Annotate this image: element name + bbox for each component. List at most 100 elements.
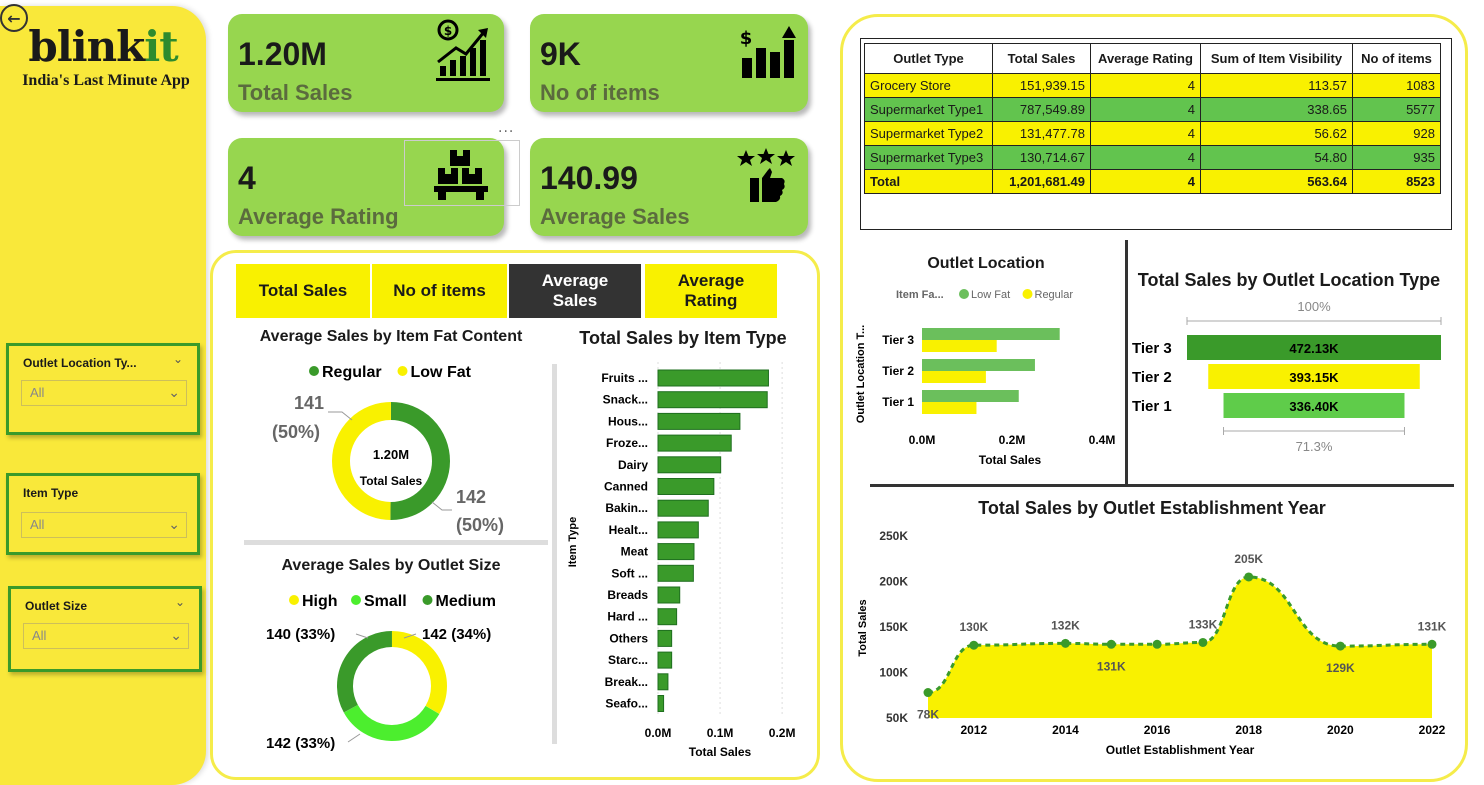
table-row: Grocery Store 151,939.15 4 113.57 1083 [864,73,1441,98]
column-header[interactable]: Outlet Type [864,43,993,74]
kpi-label: No of items [540,80,660,105]
kpi-value: 9K [540,36,581,72]
bar [657,673,669,691]
chevron-down-icon: ⌄ [168,516,180,532]
table-cell: Supermarket Type1 [864,97,993,122]
kpi-items-card[interactable]: 9K No of items $ [530,14,808,112]
y-tick-label: Healt... [609,523,648,537]
legend-label: Small [364,593,407,610]
column-header[interactable]: No of items [1352,43,1441,74]
kpi-label: Total Sales [238,80,353,105]
x-tick-label: 2016 [1144,723,1171,737]
table-cell: Supermarket Type3 [864,145,993,170]
slicer-value: All [30,517,45,532]
data-label: 142 [456,487,486,507]
kpi-avg-rating-card[interactable]: 4 Average Rating [228,138,520,236]
data-label: 472.13K [1289,341,1339,356]
y-tick-label: Meat [621,545,648,559]
slicer-dropdown[interactable]: All ⌄ [23,623,189,649]
column-header[interactable]: Total Sales [992,43,1091,74]
legend-marker [1022,289,1033,299]
table-cell: 8523 [1352,169,1441,194]
table-cell: 54.80 [1200,145,1353,170]
svg-text:$: $ [444,24,452,38]
data-point [1244,572,1254,582]
kpi-total-sales-card[interactable]: 1.20M Total Sales $ [228,14,504,112]
x-axis-title: Total Sales [689,745,752,759]
bar [922,328,1060,340]
outlet-location-slicer[interactable]: Outlet Location Ty... ⌄ All ⌄ [6,343,200,435]
data-label: 141 [294,393,324,413]
legend-marker [351,595,361,605]
establishment-year-area-chart[interactable]: 50K 100K 150K 200K 250K 2012 2014 2016 2018 2020 2… [852,522,1452,762]
chevron-down-icon: ⌄ [168,384,180,400]
category-label: Tier 2 [1132,369,1172,386]
column-header[interactable]: Sum of Item Visibility [1200,43,1353,74]
x-tick-label: 2014 [1052,723,1079,737]
chart-title: Total Sales by Outlet Location Type [1137,270,1441,290]
bar [657,564,694,582]
y-tick-label: Hous... [608,414,648,428]
chevron-down-icon[interactable]: ⌄ [175,595,185,609]
table-row: Supermarket Type2 131,477.78 4 56.62 928 [864,121,1441,146]
y-tick-label: Tier 1 [882,395,914,409]
data-point [969,640,979,650]
slicer-dropdown[interactable]: All ⌄ [21,380,187,406]
divider [870,484,1454,487]
money-growth-chart-icon: $ [436,19,490,81]
table-cell: 113.57 [1200,73,1353,98]
table-cell: 131,477.78 [992,121,1091,146]
x-tick-label: 2020 [1327,723,1354,737]
outlet-size-donut-chart[interactable]: High Small Medium 142 (34%) 140 (33%) 142 (33… [236,582,546,766]
legend-marker [959,289,969,299]
table-cell: 4 [1090,121,1201,146]
slicer-title: Item Type [23,486,79,500]
column-header[interactable]: Average Rating [1090,43,1201,74]
x-tick-label: 2018 [1235,723,1262,737]
legend-marker [309,366,319,376]
chevron-down-icon[interactable]: ⌄ [173,352,183,366]
metric-button-average-rating[interactable]: Average Rating [645,264,777,318]
y-tick-label: Froze... [606,436,648,450]
bar [657,651,673,669]
y-tick-label: Tier 3 [882,333,914,347]
item-type-bar-chart[interactable]: 0.0M 0.1M 0.2M Fruits ... Snack... Hous... Fro… [562,356,804,764]
bar [657,629,673,647]
metric-button-average-sales[interactable]: Average Sales [509,264,641,318]
table-cell: 563.64 [1200,169,1353,194]
divider [552,364,557,744]
outlet-location-bar-chart[interactable]: Item Fa... Low Fat Regular Tier 3 Tier 2 Tier… [852,280,1122,472]
data-point [1106,639,1116,649]
kpi-value: 4 [238,160,256,196]
slicer-dropdown[interactable]: All ⌄ [21,512,187,538]
table-total-row: Total 1,201,681.49 4 563.64 8523 [864,169,1441,194]
fat-content-donut-chart[interactable]: Regular Low Fat 1.20M Total Sales 141 (50%) 14… [236,352,546,542]
chart-title: Total Sales by Item Type [579,328,787,348]
table-cell: 1083 [1352,73,1441,98]
table-cell: 1,201,681.49 [992,169,1091,194]
more-options-icon[interactable]: ... [498,120,514,136]
metric-button-no-of-items[interactable]: No of items [372,264,507,318]
kpi-avg-sales-card[interactable]: 140.99 Average Sales [530,138,808,236]
y-tick-label: Bakin... [605,501,648,515]
leader-line [328,411,353,421]
x-axis-title: Total Sales [979,453,1042,467]
item-type-slicer[interactable]: Item Type All ⌄ [6,473,200,555]
y-tick-label: 50K [886,711,908,725]
slicer-value: All [30,385,45,400]
chart-title: Average Sales by Outlet Size [281,557,501,574]
x-tick-label: 2012 [960,723,987,737]
thumbs-up-stars-icon [737,148,795,202]
range-bracket [1186,317,1442,325]
table-cell: 935 [1352,145,1441,170]
x-tick-label: 0.0M [909,433,936,447]
table-cell: 130,714.67 [992,145,1091,170]
top-percentage: 100% [1297,299,1331,314]
legend-label: Regular [322,364,382,381]
location-funnel-chart[interactable]: 100% 472.13K Tier 3 393.15K Tier 2 336.40K Tie… [1128,295,1448,465]
bar [657,478,715,495]
outlet-size-slicer[interactable]: Outlet Size ⌄ All ⌄ [8,586,202,672]
y-tick-label: Snack... [603,393,648,407]
metric-button-total-sales[interactable]: Total Sales [236,264,370,318]
table-cell: 4 [1090,97,1201,122]
